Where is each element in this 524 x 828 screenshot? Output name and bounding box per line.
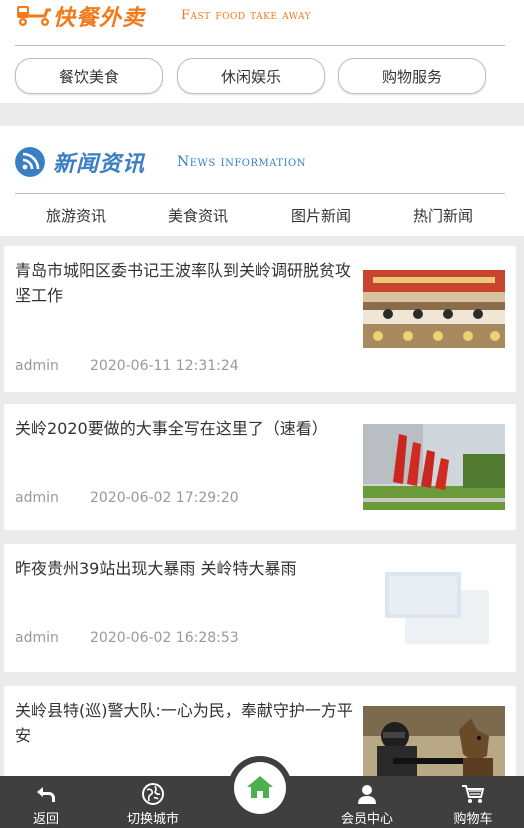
back-label: 返回 — [32, 812, 59, 827]
tab-photo-news[interactable]: 图片新闻 — [260, 200, 382, 230]
news-item-date: 2020-06-11 12:31:24 — [90, 358, 239, 374]
news-item-title[interactable]: 昨夜贵州39站出现大暴雨 关岭特大暴雨 — [15, 556, 353, 581]
red-monument-photo-icon[interactable] — [363, 424, 505, 510]
news-item-title[interactable]: 青岛市城阳区委书记王波率队到关岭调研脱贫攻坚工作 — [15, 258, 353, 308]
member-center-button[interactable]: 会员中心 — [322, 776, 412, 828]
switch-city-button[interactable]: 切换城市 — [108, 776, 198, 828]
news-header: 新闻资讯 News information — [15, 140, 505, 194]
shopping-button[interactable]: 购物服务 — [338, 58, 486, 94]
fastfood-title: 快餐外卖 — [53, 6, 146, 31]
fastfood-header: 快餐外卖 Fast food take away — [15, 0, 505, 46]
scooter-icon — [17, 6, 51, 26]
leisure-button[interactable]: 休闲娱乐 — [177, 58, 325, 94]
news-tabs: 旅游资讯 美食资讯 图片新闻 热门新闻 — [15, 200, 505, 230]
meeting-photo-icon[interactable] — [363, 270, 505, 348]
home-button[interactable] — [228, 756, 292, 820]
news-item-title[interactable]: 关岭2020要做的大事全写在这里了（速看） — [15, 416, 353, 441]
placeholder-image-icon[interactable] — [363, 564, 505, 650]
tab-hot-news[interactable]: 热门新闻 — [382, 200, 504, 230]
news-item-date: 2020-06-02 17:29:20 — [90, 490, 239, 506]
shopping-cart-icon — [462, 785, 485, 803]
member-center-label: 会员中心 — [340, 812, 393, 827]
switch-city-label: 切换城市 — [126, 812, 179, 827]
food-button[interactable]: 餐饮美食 — [15, 58, 163, 94]
news-section: 新闻资讯 News information 旅游资讯 美食资讯 图片新闻 热门新… — [0, 126, 524, 236]
page: 快餐外卖 Fast food take away 餐饮美食 休闲娱乐 购物服务 … — [0, 0, 524, 828]
back-arrow-icon — [37, 787, 55, 802]
globe-icon — [142, 783, 164, 805]
cart-label: 购物车 — [453, 812, 493, 827]
rss-icon — [15, 147, 45, 177]
news-item[interactable]: 青岛市城阳区委书记王波率队到关岭调研脱贫攻坚工作 admin 2020-06-1… — [4, 246, 516, 392]
home-button-inner — [234, 762, 286, 814]
news-item-date: 2020-06-02 16:28:53 — [90, 630, 239, 646]
back-button[interactable]: 返回 — [1, 776, 91, 828]
user-icon — [358, 785, 376, 804]
news-title: 新闻资讯 — [53, 152, 146, 177]
news-item[interactable]: 关岭2020要做的大事全写在这里了（速看） admin 2020-06-02 1… — [4, 404, 516, 530]
fastfood-section: 快餐外卖 Fast food take away 餐饮美食 休闲娱乐 购物服务 — [0, 0, 524, 103]
news-item-author: admin — [15, 358, 59, 374]
cart-button[interactable]: 购物车 — [428, 776, 518, 828]
tab-travel[interactable]: 旅游资讯 — [15, 200, 137, 230]
fastfood-buttons: 餐饮美食 休闲娱乐 购物服务 — [15, 58, 505, 94]
news-item[interactable]: 昨夜贵州39站出现大暴雨 关岭特大暴雨 admin 2020-06-02 16:… — [4, 544, 516, 672]
home-icon — [247, 776, 273, 798]
news-subtitle: News information — [177, 154, 306, 170]
news-item-author: admin — [15, 630, 59, 646]
news-item-author: admin — [15, 490, 59, 506]
fastfood-subtitle: Fast food take away — [181, 8, 312, 23]
tab-food[interactable]: 美食资讯 — [137, 200, 259, 230]
news-item-title[interactable]: 关岭县特(巡)警大队:一心为民，奉献守护一方平安 — [15, 698, 353, 748]
